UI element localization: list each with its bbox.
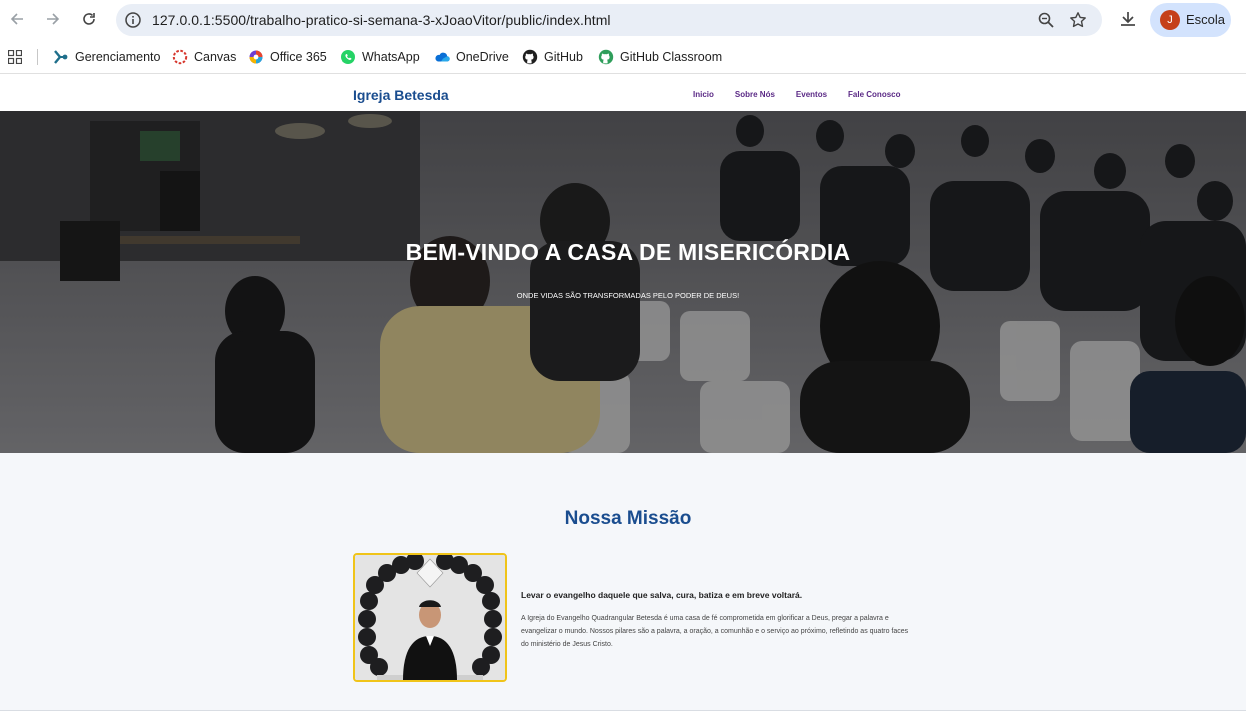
bookmark-label: GitHub: [544, 50, 583, 64]
mission-lead: Levar o evangelho daquele que salva, cur…: [521, 590, 803, 600]
bookmark-star-icon[interactable]: [1069, 11, 1087, 29]
gerenciamento-icon: [54, 50, 68, 64]
bookmark-gerenciamento[interactable]: Gerenciamento: [53, 48, 160, 66]
bookmark-onedrive[interactable]: OneDrive: [434, 48, 509, 66]
reload-icon: [83, 13, 95, 25]
github-icon: [522, 49, 538, 65]
bookmark-github-classroom[interactable]: GitHub Classroom: [598, 48, 722, 66]
arrow-right-icon: [47, 13, 60, 25]
pastor-photo: [353, 553, 507, 682]
mission-title: Nossa Missão: [564, 508, 692, 529]
browser-toolbar: 127.0.0.1:5500/trabalho-pratico-si-seman…: [0, 0, 1246, 40]
site-brand[interactable]: Igreja Betesda: [353, 87, 449, 103]
forward-button[interactable]: [42, 8, 64, 30]
url-text[interactable]: 127.0.0.1:5500/trabalho-pratico-si-seman…: [152, 12, 611, 28]
hero-banner: BEM-VINDO A CASA DE MISERICÓRDIA ONDE VI…: [0, 111, 1246, 453]
site-info-icon[interactable]: [124, 11, 142, 29]
bookmark-office-365[interactable]: Office 365: [248, 48, 327, 66]
mission-section: Nossa Missão Levar o evangelho daquele q…: [0, 453, 1246, 711]
bookmark-label: WhatsApp: [362, 50, 420, 64]
avatar: J: [1160, 10, 1180, 30]
bookmark-whatsapp[interactable]: WhatsApp: [340, 48, 420, 66]
pastor-photo-image: [355, 555, 505, 680]
arrow-left-icon: [10, 13, 23, 25]
address-bar[interactable]: 127.0.0.1:5500/trabalho-pratico-si-seman…: [116, 4, 1102, 36]
hero-subtitle: ONDE VIDAS SÃO TRANSFORMADAS PELO PODER …: [516, 291, 740, 300]
nav-link-inicio[interactable]: Inicio: [693, 90, 714, 99]
bookmark-label: GitHub Classroom: [620, 50, 723, 64]
hero-background-photo: [0, 111, 1246, 453]
bookmark-label: OneDrive: [456, 50, 509, 64]
github-classroom-icon: [598, 49, 614, 65]
onedrive-icon: [435, 52, 450, 62]
bookmarks-divider: [37, 49, 38, 65]
hero-title: BEM-VINDO A CASA DE MISERICÓRDIA: [405, 239, 851, 265]
site-nav: Inicio Sobre Nós Eventos Fale Conosco: [693, 90, 900, 99]
bookmark-label: Canvas: [194, 50, 237, 64]
profile-button[interactable]: J Escola: [1150, 3, 1231, 37]
bookmark-github[interactable]: GitHub: [522, 48, 583, 66]
reload-button[interactable]: [78, 8, 100, 30]
mission-text: A Igreja do Evangelho Quadrangular Betes…: [521, 615, 909, 648]
download-icon[interactable]: [1118, 9, 1138, 29]
office-365-icon: [249, 50, 263, 64]
nav-link-sobre-nos[interactable]: Sobre Nós: [735, 90, 775, 99]
back-button[interactable]: [6, 8, 28, 30]
bookmark-canvas[interactable]: Canvas: [172, 48, 236, 66]
canvas-icon: [172, 49, 188, 65]
bookmarks-bar: Gerenciamento Canvas Office 365 WhatsApp…: [0, 40, 1246, 74]
nav-link-fale-conosco[interactable]: Fale Conosco: [848, 90, 900, 99]
whatsapp-icon: [341, 50, 355, 64]
zoom-icon[interactable]: [1037, 11, 1055, 29]
bookmark-label: Gerenciamento: [75, 50, 161, 64]
apps-grid-icon[interactable]: [8, 50, 22, 64]
site-header: Igreja Betesda Inicio Sobre Nós Eventos …: [0, 78, 1246, 111]
bookmark-label: Office 365: [270, 50, 327, 64]
nav-link-eventos[interactable]: Eventos: [796, 90, 827, 99]
profile-name: Escola: [1186, 12, 1226, 27]
